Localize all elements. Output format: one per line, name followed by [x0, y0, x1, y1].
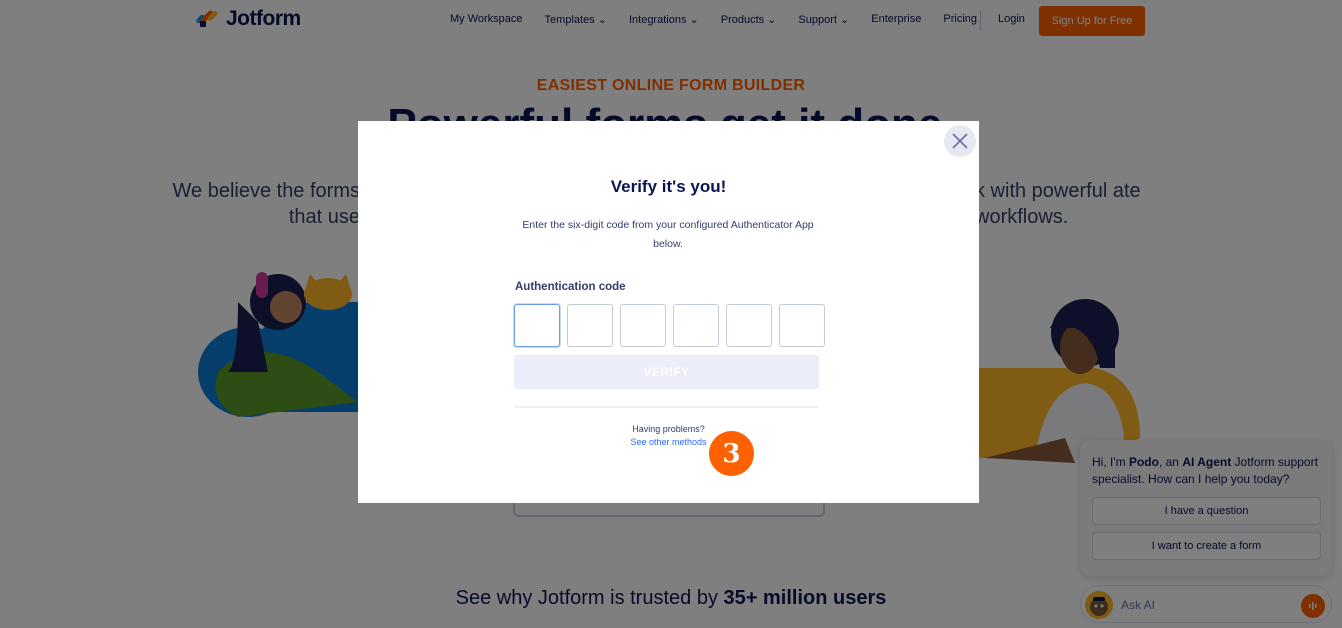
code-digit-6[interactable]	[779, 304, 825, 347]
modal-description: Enter the six-digit code from your confi…	[522, 219, 814, 250]
code-digit-5[interactable]	[726, 304, 772, 347]
modal-title: Verify it's you!	[610, 177, 727, 196]
close-button[interactable]	[944, 125, 976, 157]
verify-modal: Verify it's you! Enter the six-digit cod…	[358, 121, 979, 503]
code-digit-3[interactable]	[620, 304, 666, 347]
modal-divider	[514, 406, 819, 408]
verify-button[interactable]: VERIFY	[514, 355, 819, 389]
auth-code-inputs	[514, 304, 825, 347]
other-methods-label[interactable]: See other methods	[630, 437, 706, 447]
code-digit-2[interactable]	[567, 304, 613, 347]
auth-code-label: Authentication code	[515, 281, 626, 293]
having-problems-text: Having problems?	[632, 424, 705, 434]
step-number-badge: 3	[709, 431, 754, 476]
code-digit-1[interactable]	[514, 304, 560, 347]
close-icon	[952, 133, 968, 149]
code-digit-4[interactable]	[673, 304, 719, 347]
see-other-methods-link[interactable]: See other methods	[358, 437, 979, 447]
